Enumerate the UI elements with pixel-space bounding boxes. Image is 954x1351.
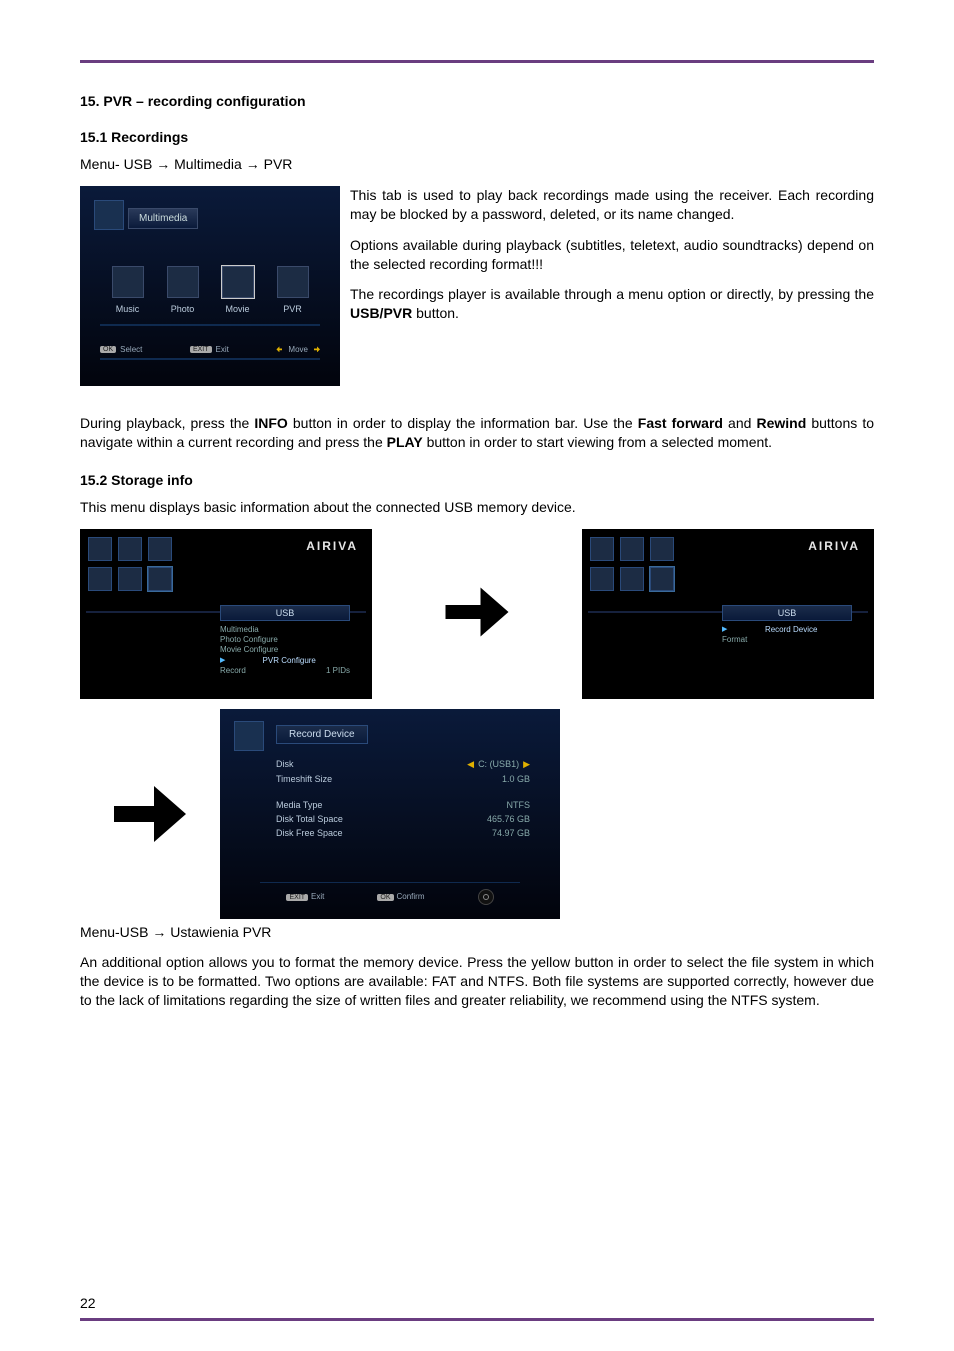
rd-row: Disk ◀ C: (USB1) ▶ <box>276 759 530 770</box>
move-hint: Move <box>276 345 320 354</box>
multimedia-screenshot: Multimedia Music Photo Movie PVR <box>80 186 340 386</box>
usb-panel: USB Multimedia Photo Configure Movie Con… <box>220 605 350 677</box>
top-rule <box>80 60 874 63</box>
page-number: 22 <box>80 1295 96 1311</box>
usb-panel: USB Record Device Format <box>722 605 852 646</box>
list-item: Multimedia <box>220 625 350 635</box>
record-device-screenshot: Record Device Disk ◀ C: (USB1) ▶ Timeshi… <box>220 709 560 919</box>
photo-label: Photo <box>171 304 195 314</box>
usb-panel-title: USB <box>722 605 852 621</box>
movie-label: Movie <box>225 304 249 314</box>
rd-row: Media Type NTFS <box>276 800 530 810</box>
multimedia-icons-row: Music Photo Movie PVR <box>100 266 320 326</box>
paragraph-6: An additional option allows you to forma… <box>80 953 874 1010</box>
list-item: Movie Configure <box>220 645 350 655</box>
menu-icon <box>88 537 112 561</box>
music-label: Music <box>116 304 140 314</box>
section-heading: 15. PVR – recording configuration <box>80 93 874 109</box>
usb-menu-icon <box>650 567 674 591</box>
menu-icon <box>590 537 614 561</box>
music-icon: Music <box>112 266 144 314</box>
subsection-15-1-heading: 15.1 Recordings <box>80 129 874 145</box>
ariva-logo: AIRIVA <box>808 539 860 553</box>
usb-menu-screenshot-1: AIRIVA USB Multimedia Photo Configure Mo… <box>80 529 372 699</box>
list-item: Format <box>722 635 852 645</box>
exit-hint: EXITExit <box>190 345 229 354</box>
photo-icon: Photo <box>167 266 199 314</box>
list-item: Record1 PIDs <box>220 666 350 676</box>
round-icon <box>478 889 494 905</box>
arrow-right-icon <box>442 577 512 650</box>
list-item: Record Device <box>722 625 852 635</box>
list-item: Photo Configure <box>220 635 350 645</box>
movie-icon: Movie <box>222 266 254 314</box>
arrow-right-icon <box>80 774 220 854</box>
exit-hint: EXITExit <box>286 892 324 901</box>
multimedia-footer: OKSelect EXITExit Move <box>100 345 320 360</box>
menu-icon <box>88 567 112 591</box>
list-item: PVR Configure <box>220 656 350 666</box>
multimedia-title-bar: Multimedia <box>128 208 198 229</box>
rd-row: Timeshift Size 1.0 GB <box>276 774 530 784</box>
menu-icon <box>118 567 142 591</box>
rd-row: Disk Free Space 74.97 GB <box>276 828 530 838</box>
menu-icon <box>620 567 644 591</box>
menu-path-2: Menu-USB → Ustawienia PVR <box>80 923 874 942</box>
paragraph-4: During playback, press the INFO button i… <box>80 414 874 452</box>
menu-icon <box>118 537 142 561</box>
ariva-logo: AIRIVA <box>306 539 358 553</box>
paragraph-5: This menu displays basic information abo… <box>80 498 874 517</box>
settings-icon <box>94 200 124 230</box>
usb-panel-title: USB <box>220 605 350 621</box>
menu-icon <box>148 537 172 561</box>
select-hint: OKSelect <box>100 345 142 354</box>
confirm-hint: OKConfirm <box>377 892 424 901</box>
menu-icon <box>650 537 674 561</box>
menu-path-text: Menu- USB → Multimedia → PVR <box>80 155 874 174</box>
settings-icon <box>234 721 264 751</box>
rd-row: Disk Total Space 465.76 GB <box>276 814 530 824</box>
disk-select: ◀ C: (USB1) ▶ <box>467 759 530 770</box>
subsection-15-2-heading: 15.2 Storage info <box>80 472 874 488</box>
usb-menu-screenshot-2: AIRIVA USB Record Device Format <box>582 529 874 699</box>
menu-icon <box>590 567 614 591</box>
pvr-icon: PVR <box>277 266 309 314</box>
bottom-rule <box>80 1318 874 1321</box>
usb-menu-icon <box>148 567 172 591</box>
record-device-title: Record Device <box>276 725 368 744</box>
menu-icon <box>620 537 644 561</box>
pvr-label: PVR <box>283 304 302 314</box>
